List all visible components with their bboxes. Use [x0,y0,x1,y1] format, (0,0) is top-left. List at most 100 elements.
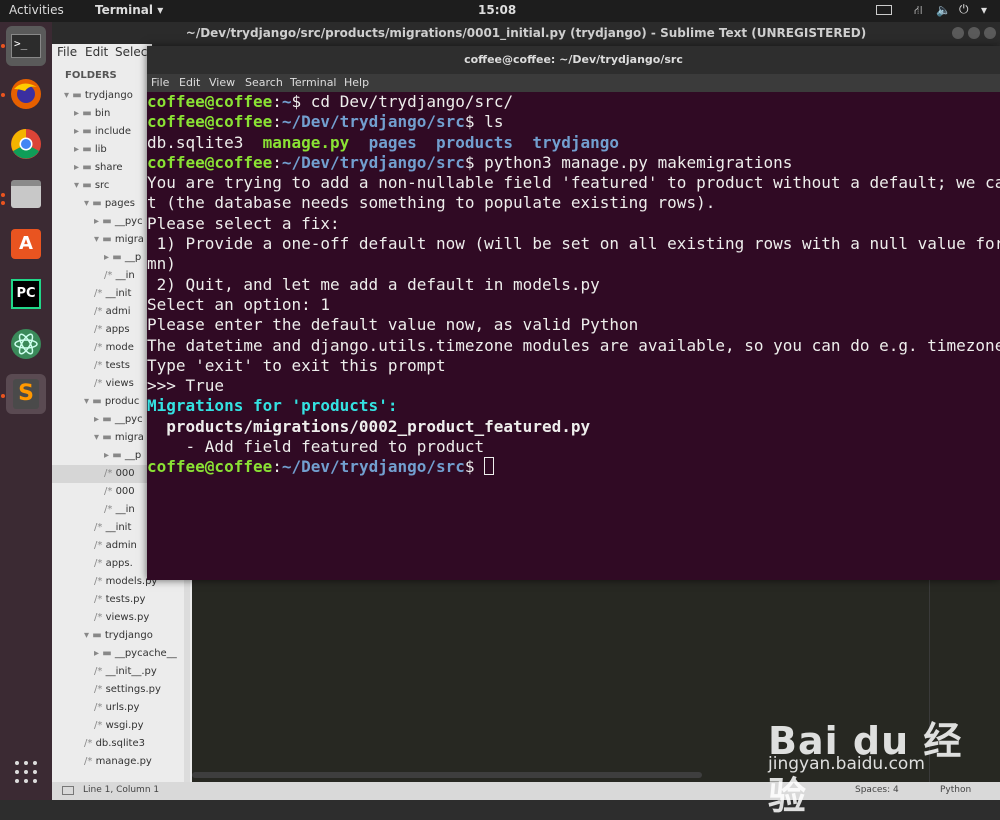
tree-file[interactable]: /* manage.py [84,753,152,771]
tree-folder[interactable]: ▾ ▬ trydjango [84,627,153,645]
tree-folder[interactable]: ▸ ▬ bin [74,105,110,123]
folder-icon: ▸ ▬ [74,144,95,155]
tree-file[interactable]: /* __in [104,267,135,285]
maximize-button[interactable] [968,27,980,39]
panel-toggle-icon[interactable] [62,786,74,795]
terminal-line: >>> True [147,376,1000,396]
tree-file[interactable]: /* apps. [94,555,133,573]
terminal-line: coffee@coffee:~/Dev/trydjango/src$ pytho… [147,152,793,172]
terminal-line: 2) Quit, and let me add a default in mod… [147,275,1000,295]
tree-folder[interactable]: ▸ ▬ share [74,159,123,177]
tree-file[interactable]: /* mode [94,339,134,357]
terminal-icon[interactable]: >_ [6,26,46,66]
tree-file[interactable]: /* 000 [104,483,135,501]
file-icon: /* [94,378,106,389]
tree-folder[interactable]: ▾ ▬ migra [94,429,144,447]
power-icon[interactable]: ⏻ [959,2,969,17]
tree-file[interactable]: /* settings.py [94,681,161,699]
tree-file[interactable]: /* views.py [94,609,149,627]
horizontal-scrollbar[interactable] [192,772,702,778]
tree-file[interactable]: /* tests.py [94,591,145,609]
ls-entry: manage.py [262,132,350,152]
terminal-line: mn) [147,254,1000,274]
apps-grid-icon[interactable] [6,752,46,792]
sublime-text-icon[interactable]: S [6,374,46,414]
prompt-user: coffee@coffee [147,152,273,172]
tree-label: mode [105,342,134,353]
tree-folder[interactable]: ▾ ▬ src [74,177,109,195]
migration-header: Migrations for 'products': [147,396,398,416]
tree-folder[interactable]: ▸ ▬ __pycache__ [94,645,177,663]
pycharm-icon[interactable]: PC [6,274,46,314]
minimize-button[interactable] [952,27,964,39]
tree-folder[interactable]: ▾ ▬ migra [94,231,144,249]
dock: >_ A PC S [0,22,52,800]
tree-label: __p [124,252,142,263]
folder-icon: ▸ ▬ [94,414,115,425]
tree-folder[interactable]: ▸ ▬ __p [104,447,141,465]
ls-entry: trydjango [532,132,620,152]
tree-folder[interactable]: ▸ ▬ __p [104,249,141,267]
menu-file[interactable]: File [57,45,77,59]
folder-icon: ▸ ▬ [74,126,95,137]
watermark-url: jingyan.baidu.com [768,754,925,774]
tree-file[interactable]: /* wsgi.py [94,717,144,735]
tree-file[interactable]: /* __in [104,501,135,519]
firefox-icon[interactable] [6,74,46,114]
tree-label: __init__.py [105,666,157,677]
tree-file[interactable]: /* __init__.py [94,663,157,681]
menu-edit[interactable]: Edit [85,45,108,59]
tree-folder[interactable]: ▸ ▬ __pyc [94,213,143,231]
close-button[interactable] [984,27,996,39]
tree-file[interactable]: /* tests [94,357,130,375]
tree-folder[interactable]: ▾ ▬ pages [84,195,135,213]
keyboard-icon[interactable] [876,5,892,15]
atom-icon[interactable] [6,324,46,364]
term-menu-file[interactable]: File [151,76,169,89]
chrome-icon[interactable] [6,124,46,164]
tree-file[interactable]: /* db.sqlite3 [84,735,145,753]
terminal-line: The datetime and django.utils.timezone m… [147,336,1000,356]
software-center-icon[interactable]: A [6,224,46,264]
tree-file[interactable]: /* admi [94,303,131,321]
tree-file[interactable]: /* urls.py [94,699,139,717]
term-menu-terminal[interactable]: Terminal [290,76,337,89]
tree-file[interactable]: /* views [94,375,134,393]
tree-file[interactable]: /* __init [94,519,131,537]
file-icon: /* [94,666,106,677]
prompt-path: ~/Dev/trydjango/src [281,457,465,477]
tree-file[interactable]: /* apps [94,321,130,339]
terminal-output[interactable]: coffee@coffee:~$ cd Dev/trydjango/src/co… [147,92,1000,580]
files-icon[interactable] [6,174,46,214]
network-icon[interactable]: ⛙ [914,3,922,19]
terminal-cursor [484,457,495,476]
tree-file[interactable]: /* admin [94,537,137,555]
output-text: >>> True [147,376,225,396]
output-text: The datetime and django.utils.timezone m… [147,335,1000,355]
term-menu-edit[interactable]: Edit [179,76,200,89]
term-menu-search[interactable]: Search [245,76,283,89]
tree-folder[interactable]: ▸ ▬ __pyc [94,411,143,429]
folder-open-icon: ▾ ▬ [94,234,115,245]
activities-button[interactable]: Activities [9,3,64,17]
tree-label: __p [124,450,142,461]
term-menu-help[interactable]: Help [344,76,369,89]
volume-icon[interactable]: 🔈 [936,3,951,17]
tree-folder[interactable]: ▸ ▬ lib [74,141,107,159]
terminal-line: Select an option: 1 [147,295,1000,315]
tree-file[interactable]: /* __init [94,285,131,303]
term-menu-view[interactable]: View [209,76,235,89]
tree-folder[interactable]: ▾ ▬ trydjango [64,87,133,105]
tree-label: __pycache__ [114,648,177,659]
chevron-down-icon[interactable]: ▾ [981,3,987,17]
file-icon: /* [94,684,106,695]
tree-label: src [94,180,110,191]
terminal-app-menu[interactable]: Terminal ▾ [95,3,163,17]
tree-label: __init [105,522,132,533]
ls-entry: products [436,132,514,152]
tree-label: tests.py [105,594,146,605]
tree-folder[interactable]: ▸ ▬ include [74,123,131,141]
tree-folder[interactable]: ▾ ▬ produc [84,393,139,411]
folder-open-icon: ▾ ▬ [84,198,105,209]
clock[interactable]: 15:08 [478,3,516,17]
